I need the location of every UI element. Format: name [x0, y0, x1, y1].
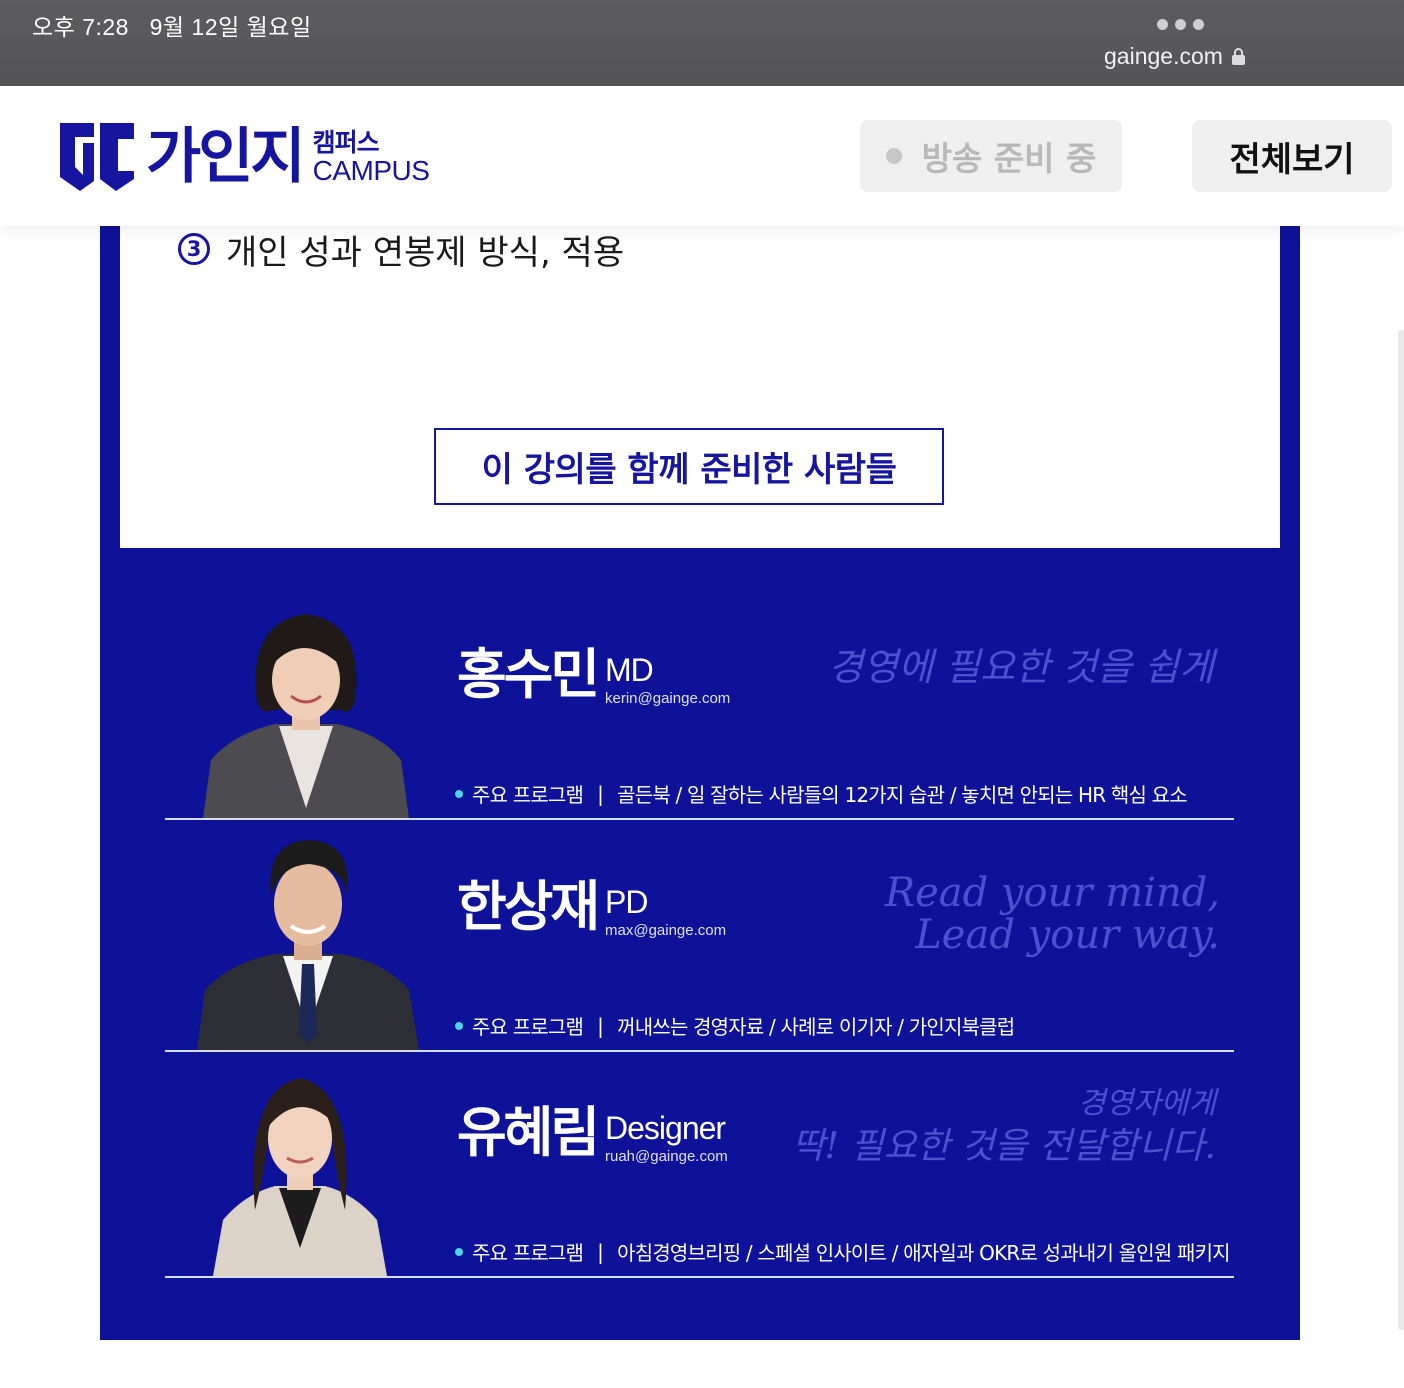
instructor-email[interactable]: ruah@gainge.com [605, 1149, 728, 1164]
live-status-label: 방송 준비 중 [921, 139, 1097, 178]
program-label: 주요 프로그램 [472, 783, 584, 807]
scrollbar[interactable] [1398, 330, 1404, 1330]
logo-name: 가인지 [146, 122, 306, 192]
instructor-slogan: 경영자에게 딱! 필요한 것을 전달합니다. [791, 1088, 1216, 1165]
program-list: 아침경영브리핑 / 스페셜 인사이트 / 애자일과 OKR로 성과내기 올인원 … [617, 1241, 1230, 1265]
program-list: 꺼내쓰는 경영자료 / 사례로 이기자 / 가인지북클럽 [617, 1015, 1015, 1039]
instructor-name: 홍수민 [457, 643, 600, 706]
instructor-role: MD [605, 652, 654, 688]
program-separator: | [597, 1239, 604, 1264]
program-separator: | [597, 1013, 604, 1038]
lecture-outline-panel: 3 개인 성과 연봉제 방식, 적용 이 강의를 함께 준비한 사람들 [120, 226, 1280, 548]
program-separator: | [597, 781, 604, 806]
site-logo[interactable]: 가인지 캠퍼스 CAMPUS [58, 118, 430, 196]
instructor-programs: 주요 프로그램 | 꺼내쓰는 경영자료 / 사례로 이기자 / 가인지북클럽 [455, 1011, 1015, 1040]
status-bar: 오후 7:28 9월 12일 월요일 gainge.com [0, 0, 1404, 86]
circled-number-icon: 3 [178, 233, 210, 265]
slogan-line: Read your mind, [884, 870, 1220, 916]
instructor-role: PD [605, 884, 648, 920]
divider [165, 1276, 1234, 1278]
slogan-line: 딱! 필요한 것을 전달합니다. [791, 1125, 1216, 1167]
outline-item-text: 개인 성과 연봉제 방식, 적용 [226, 232, 625, 273]
profile-photo [203, 608, 409, 818]
site-header: 가인지 캠퍼스 CAMPUS 방송 준비 중 전체보기 [0, 86, 1404, 226]
instructor-programs: 주요 프로그램 | 골든북 / 일 잘하는 사람들의 12가지 습관 / 놓치면… [455, 779, 1188, 808]
live-status-button[interactable]: 방송 준비 중 [860, 120, 1122, 192]
instructor-name: 한상재 [457, 875, 600, 938]
logo-sub-ko: 캠퍼스 [312, 127, 380, 157]
logo-subtitle: 캠퍼스 CAMPUS [313, 130, 430, 185]
program-list: 골든북 / 일 잘하는 사람들의 12가지 습관 / 놓치면 안되는 HR 핵심… [617, 783, 1188, 807]
address-bar[interactable]: gainge.com [1104, 43, 1245, 70]
divider [165, 818, 1234, 820]
instructor-card: 홍수민 MD kerin@gainge.com 경영에 필요한 것을 쉽게 주요… [165, 590, 1234, 820]
profile-photo [213, 1070, 387, 1276]
status-time-date: 오후 7:28 9월 12일 월요일 [32, 14, 312, 40]
profile-photo [197, 834, 419, 1050]
program-label: 주요 프로그램 [472, 1241, 584, 1265]
gc-logo-icon [60, 123, 134, 191]
instructor-card: 한상재 PD max@gainge.com Read your mind, Le… [165, 822, 1234, 1052]
instructor-card: 유혜림 Designer ruah@gainge.com 경영자에게 딱! 필요… [165, 1048, 1234, 1278]
section-title: 이 강의를 함께 준비한 사람들 [434, 428, 944, 505]
instructor-name: 유혜림 [457, 1101, 600, 1164]
url-text: gainge.com [1104, 43, 1223, 69]
instructor-email[interactable]: kerin@gainge.com [605, 691, 730, 706]
live-dot-icon [885, 148, 902, 164]
program-label: 주요 프로그램 [472, 1015, 584, 1039]
instructor-slogan: Read your mind, Lead your way. [885, 872, 1220, 956]
lock-icon [1231, 47, 1245, 65]
instructor-programs: 주요 프로그램 | 아침경영브리핑 / 스페셜 인사이트 / 애자일과 OKR로… [455, 1237, 1231, 1266]
slogan-line: Lead your way. [915, 912, 1220, 958]
outline-item-3: 3 개인 성과 연봉제 방식, 적용 [178, 226, 625, 273]
bullet-icon [455, 1247, 463, 1256]
bullet-icon [455, 789, 463, 798]
instructor-role: Designer [605, 1110, 726, 1146]
slogan-line: 경영자에게 [1078, 1086, 1216, 1121]
more-options-icon[interactable] [1157, 19, 1204, 30]
instructor-email[interactable]: max@gainge.com [605, 923, 726, 938]
instructor-slogan: 경영에 필요한 것을 쉽게 [828, 645, 1214, 689]
bullet-icon [455, 1021, 463, 1030]
view-all-button[interactable]: 전체보기 [1192, 120, 1392, 192]
instructors-section: 3 개인 성과 연봉제 방식, 적용 이 강의를 함께 준비한 사람들 홍수민 … [100, 226, 1300, 1340]
slogan-line: 경영에 필요한 것을 쉽게 [828, 645, 1214, 689]
logo-sub-en: CAMPUS [312, 154, 430, 186]
